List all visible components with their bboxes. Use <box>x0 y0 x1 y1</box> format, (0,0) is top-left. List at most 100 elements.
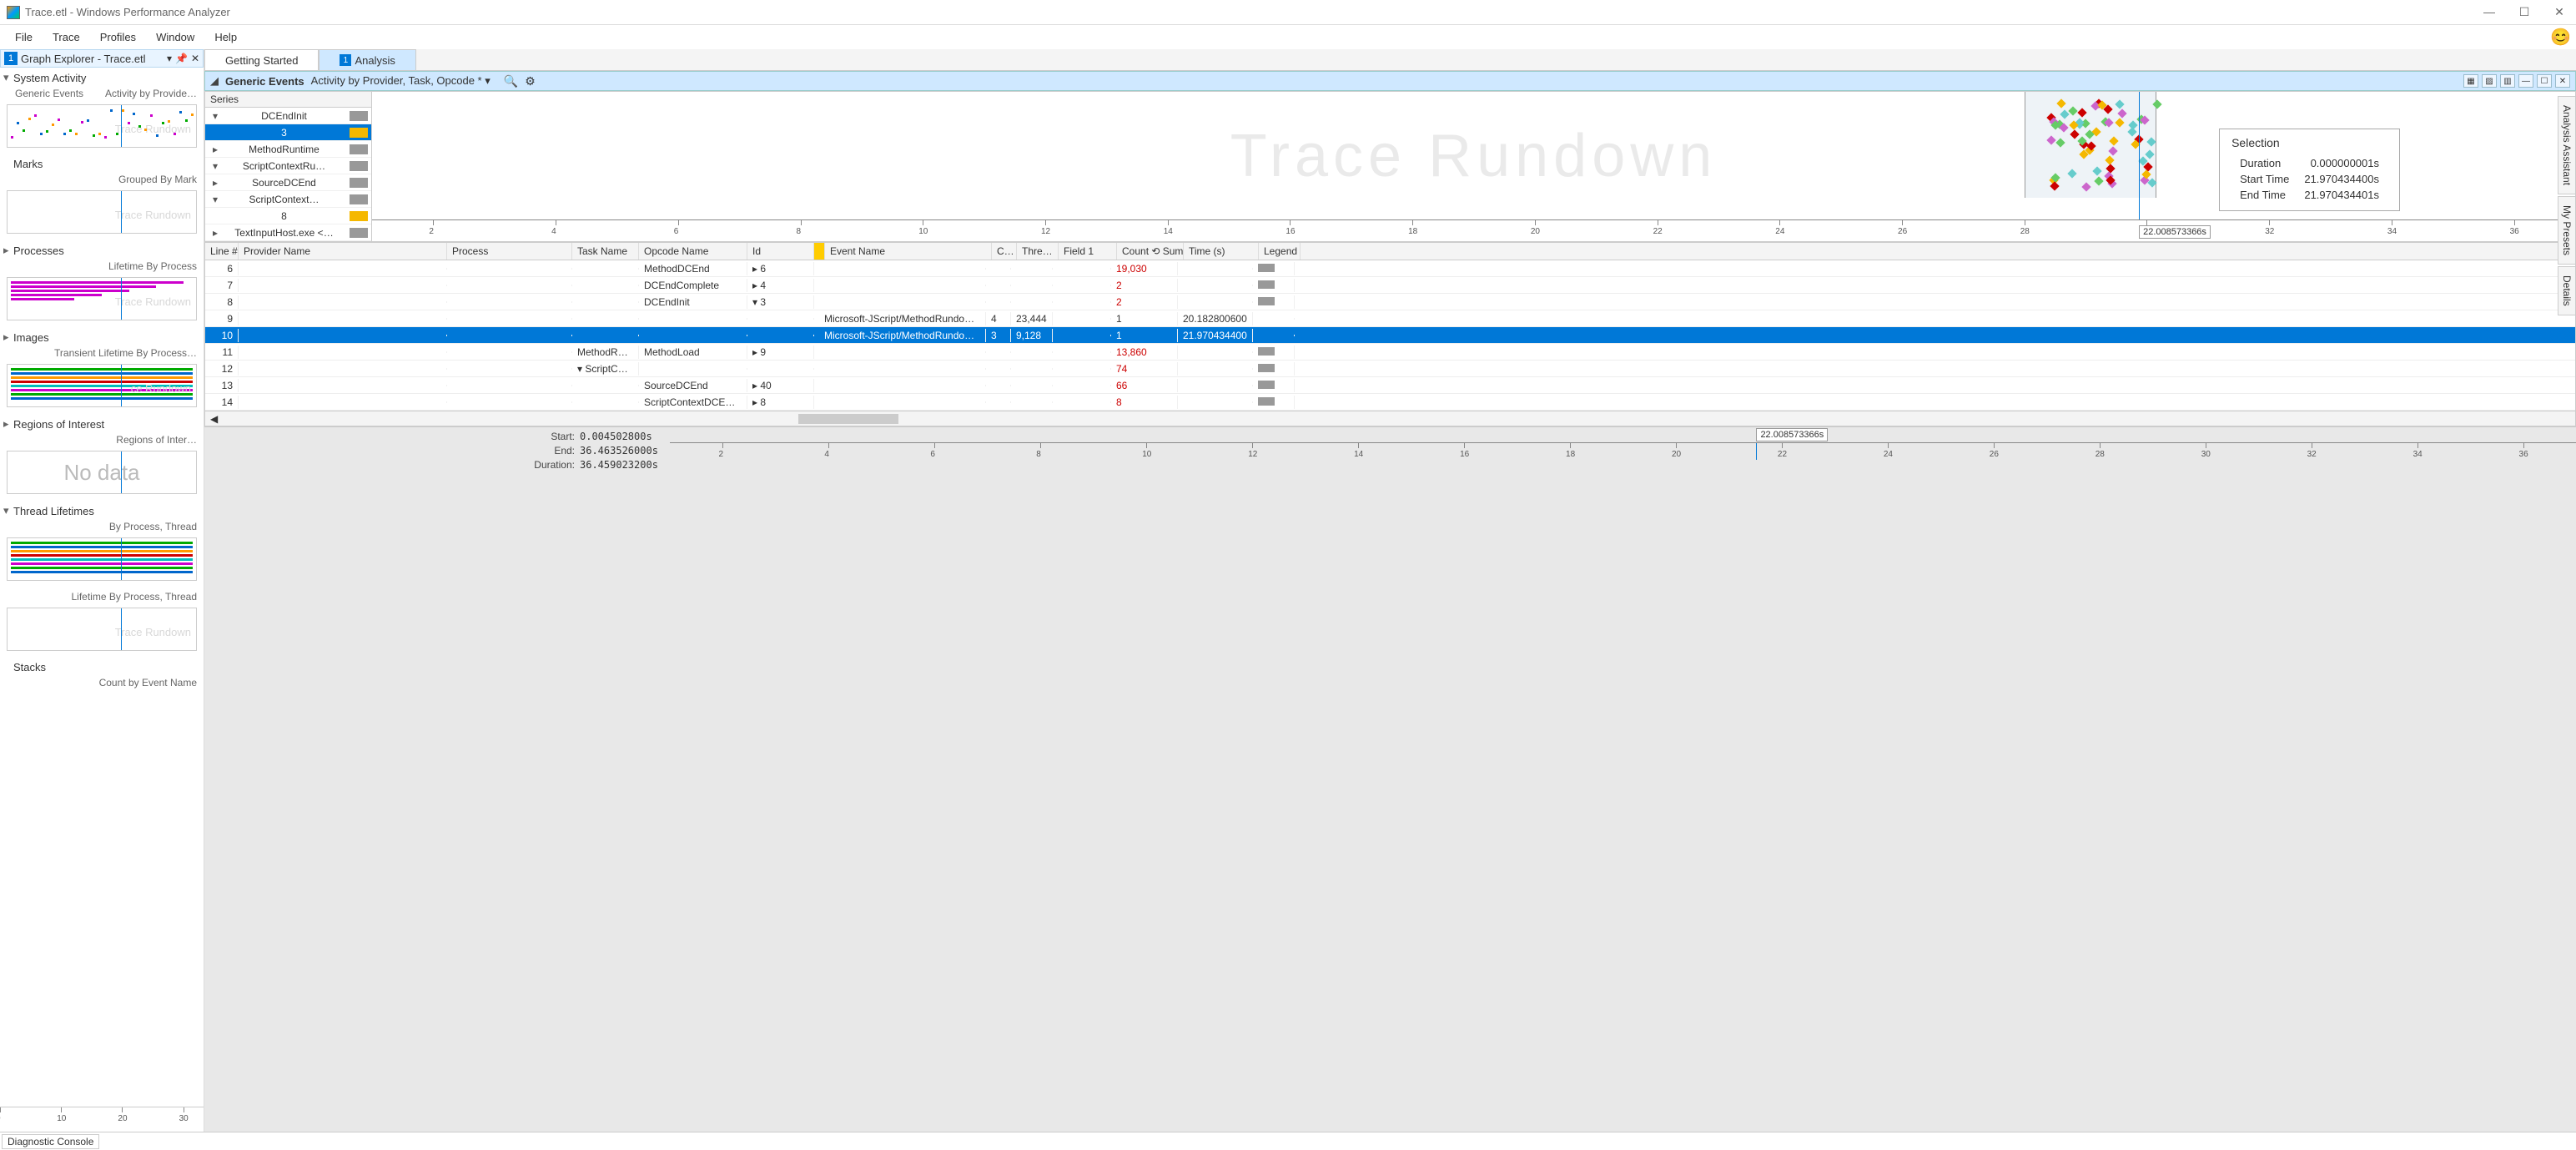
plot-axis[interactable]: 24681012141618202224262830323436 <box>372 219 2575 241</box>
tab-getting started[interactable]: Getting Started <box>204 49 319 70</box>
time-marker[interactable] <box>2139 92 2140 219</box>
col-line-[interactable]: Line # <box>205 243 239 260</box>
col-sep[interactable] <box>814 243 825 260</box>
section-sub[interactable]: Lifetime By Process, Thread <box>3 589 200 606</box>
tab-strip: Getting Started1Analysis <box>204 49 2576 71</box>
col-thre-[interactable]: Thre… <box>1017 243 1059 260</box>
section-sub[interactable]: Regions of Inter… <box>3 432 200 449</box>
section-thumb[interactable] <box>7 537 197 581</box>
section-regions of interest[interactable]: ▸Regions of Interest <box>3 416 200 432</box>
menu-file[interactable]: File <box>7 28 41 46</box>
section-thumb[interactable]: Trace Rundown <box>7 190 197 234</box>
col-provider-name[interactable]: Provider Name <box>239 243 447 260</box>
series-row[interactable]: ▸MethodRuntime <box>205 141 371 158</box>
search-icon[interactable]: 🔍 <box>504 74 518 88</box>
timeline-plot[interactable]: Trace Rundown Selection Duration0.000000… <box>372 92 2575 241</box>
col-id[interactable]: Id <box>747 243 814 260</box>
col-process[interactable]: Process <box>447 243 572 260</box>
sidebar-ruler[interactable]: 0102030 <box>0 1107 204 1132</box>
section-stacks[interactable]: Stacks <box>3 659 200 675</box>
vtab-my presets[interactable]: My Presets <box>2558 196 2576 265</box>
window-title: Trace.etl - Windows Performance Analyzer <box>25 6 2479 18</box>
series-row[interactable]: ▾DCEndInit <box>205 108 371 124</box>
tab-analysis[interactable]: 1Analysis <box>319 49 415 70</box>
menu-window[interactable]: Window <box>148 28 203 46</box>
gear-icon[interactable]: ⚙ <box>525 74 536 88</box>
series-row[interactable]: ▸TextInputHost.exe <… <box>205 224 371 241</box>
series-row[interactable]: 3 <box>205 124 371 141</box>
menubar: FileTraceProfilesWindowHelp <box>0 25 2576 49</box>
data-table: Line #Provider NameProcessTask NameOpcod… <box>204 242 2576 426</box>
app-icon <box>7 6 20 19</box>
section-thumb[interactable]: ce Rundown <box>7 364 197 407</box>
col-task-name[interactable]: Task Name <box>572 243 639 260</box>
titlebar: Trace.etl - Windows Performance Analyzer… <box>0 0 2576 25</box>
bottom-timeline: Start:0.004502800sEnd:36.463526000s24681… <box>204 426 2576 474</box>
bottom-axis[interactable]: 2468101214161820222426283032343622.00857… <box>670 442 2576 459</box>
view-tool-0[interactable]: ▦ <box>2463 74 2478 88</box>
statusbar: Diagnostic Console <box>0 1132 2576 1150</box>
table-row[interactable]: 8DCEndInit▾ 32 <box>205 294 2575 310</box>
view-tool-2[interactable]: ▥ <box>2500 74 2515 88</box>
col-c-[interactable]: C… <box>992 243 1017 260</box>
section-images[interactable]: ▸Images <box>3 329 200 346</box>
series-row[interactable]: 8 <box>205 208 371 224</box>
table-row[interactable]: 7DCEndComplete▸ 42 <box>205 277 2575 294</box>
view-tool-1[interactable]: ▨ <box>2482 74 2497 88</box>
section-processes[interactable]: ▸Processes <box>3 242 200 259</box>
sidebar-header-num: 1 <box>4 52 18 65</box>
series-row[interactable]: ▸SourceDCEnd <box>205 174 371 191</box>
series-row[interactable]: ▾ScriptContextRu… <box>205 158 371 174</box>
table-header[interactable]: Line #Provider NameProcessTask NameOpcod… <box>205 243 2575 260</box>
table-row[interactable]: 14ScriptContextDCE…▸ 88 <box>205 394 2575 411</box>
minimize-icon[interactable]: — <box>2479 5 2499 19</box>
table-row[interactable]: 6MethodDCEnd▸ 619,030 <box>205 260 2575 277</box>
vtab-analysis assistant[interactable]: Analysis Assistant <box>2558 96 2576 194</box>
table-row[interactable]: 13SourceDCEnd▸ 4066 <box>205 377 2575 394</box>
section-sub[interactable]: Generic EventsActivity by Provide… <box>3 86 200 103</box>
menu-help[interactable]: Help <box>206 28 245 46</box>
col-field-[interactable]: Field 1 <box>1059 243 1117 260</box>
section-thread lifetimes[interactable]: ▾Thread Lifetimes <box>3 502 200 519</box>
series-header: Series <box>205 92 371 108</box>
section-thumb[interactable]: Trace Rundown <box>7 608 197 651</box>
dropdown-icon[interactable]: ▾ <box>167 53 172 64</box>
close-icon[interactable]: ✕ <box>2549 5 2569 19</box>
col-count-sum[interactable]: Count ⟲ Sum <box>1117 243 1184 260</box>
close-icon[interactable]: ✕ <box>191 53 199 64</box>
section-sub[interactable]: Count by Event Name <box>3 675 200 692</box>
view-tool-3[interactable]: — <box>2518 74 2533 88</box>
view-tool-5[interactable]: ✕ <box>2555 74 2570 88</box>
view-tool-4[interactable]: ☐ <box>2537 74 2552 88</box>
feedback-icon[interactable]: 😊 <box>2550 27 2571 48</box>
section-sub[interactable]: Lifetime By Process <box>3 259 200 275</box>
section-marks[interactable]: Marks <box>3 156 200 172</box>
table-row[interactable]: 11MethodR…MethodLoad▸ 913,860 <box>205 344 2575 361</box>
table-hscroll[interactable]: ◀ <box>205 411 2575 426</box>
col-opcode-name[interactable]: Opcode Name <box>639 243 747 260</box>
section-system activity[interactable]: ▾System Activity <box>3 69 200 86</box>
vtab-details[interactable]: Details <box>2558 266 2576 315</box>
menu-trace[interactable]: Trace <box>44 28 88 46</box>
time-tooltip: 22.008573366s <box>2139 225 2211 239</box>
section-sub[interactable]: Transient Lifetime By Process… <box>3 346 200 362</box>
col-legend[interactable]: Legend <box>1259 243 1301 260</box>
table-row[interactable]: 9Microsoft-JScript/MethodRundow…423,4441… <box>205 310 2575 327</box>
section-sub[interactable]: Grouped By Mark <box>3 172 200 189</box>
series-row[interactable]: ▾ScriptContext… <box>205 191 371 208</box>
section-thumb[interactable]: Trace Rundown <box>7 104 197 148</box>
collapse-icon[interactable]: ◢ <box>210 74 219 88</box>
section-thumb[interactable]: Trace Rundown <box>7 277 197 320</box>
col-event-name[interactable]: Event Name <box>825 243 992 260</box>
section-thumb[interactable]: No data <box>7 451 197 494</box>
menu-profiles[interactable]: Profiles <box>92 28 144 46</box>
panel-subtitle[interactable]: Activity by Provider, Task, Opcode * ▾ <box>311 74 491 88</box>
diagnostic-console-button[interactable]: Diagnostic Console <box>2 1134 99 1149</box>
section-sub[interactable]: By Process, Thread <box>3 519 200 536</box>
col-time-s-[interactable]: Time (s) <box>1184 243 1259 260</box>
pin-icon[interactable]: 📌 <box>175 53 188 64</box>
series-list: Series ▾DCEndInit3▸MethodRuntime▾ScriptC… <box>205 92 372 241</box>
maximize-icon[interactable]: ☐ <box>2514 5 2534 19</box>
table-row[interactable]: 12▾ ScriptCo…74 <box>205 361 2575 377</box>
table-row[interactable]: 10Microsoft-JScript/MethodRundow…39,1281… <box>205 327 2575 344</box>
